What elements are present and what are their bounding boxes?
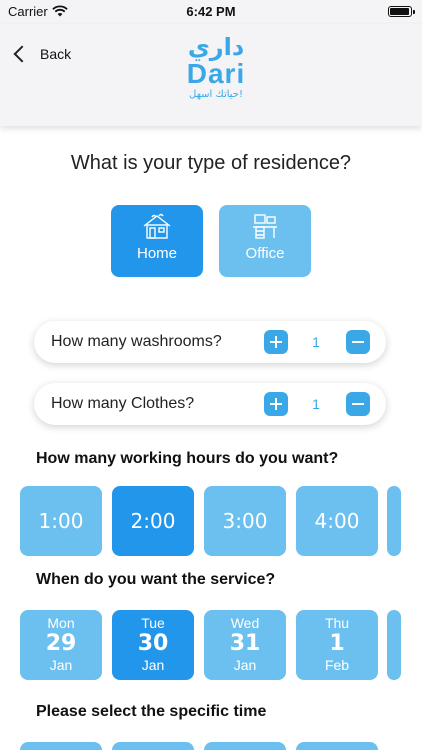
- date-day-number: 30: [137, 631, 169, 656]
- date-month: Feb: [324, 657, 350, 673]
- clothes-counter: How many Clothes? 1: [34, 383, 386, 425]
- residence-option-office[interactable]: Office: [219, 205, 311, 277]
- clothes-decrement-button[interactable]: [346, 392, 370, 416]
- date-day-number: 31: [229, 631, 261, 656]
- hour-option-next[interactable]: [387, 486, 401, 556]
- logo-name: Dari: [186, 58, 246, 89]
- washrooms-decrement-button[interactable]: [346, 330, 370, 354]
- date-month: Jan: [49, 657, 73, 673]
- residence-question: What is your type of residence?: [70, 152, 352, 174]
- time-section-label: Please select the specific time: [36, 703, 267, 720]
- battery-icon: [388, 6, 415, 17]
- date-weekday: Wed: [230, 615, 260, 631]
- office-desk-icon: [253, 214, 277, 239]
- washrooms-counter: How many washrooms? 1: [34, 321, 386, 363]
- date-weekday: Thu: [324, 615, 350, 631]
- back-label: Back: [40, 46, 72, 62]
- clothes-value: 1: [312, 396, 320, 412]
- logo-arabic-text: داري: [187, 33, 245, 61]
- status-bar: Carrier 6:42 PM: [0, 0, 422, 24]
- date-option-1[interactable]: Mon 29 Jan: [20, 610, 102, 680]
- washrooms-value: 1: [312, 334, 320, 350]
- back-button[interactable]: Back: [10, 42, 71, 66]
- date-option-4[interactable]: Thu 1 Feb: [296, 610, 378, 680]
- date-day-number: 1: [329, 631, 345, 656]
- time-option-1[interactable]: [20, 742, 102, 750]
- hours-section-label: How many working hours do you want?: [36, 450, 339, 467]
- hour-option-2[interactable]: 2:00: [112, 486, 194, 556]
- time-option-4[interactable]: [296, 742, 378, 750]
- clothes-increment-button[interactable]: [264, 392, 288, 416]
- time-option-3[interactable]: [204, 742, 286, 750]
- hour-option-4[interactable]: 4:00: [296, 486, 378, 556]
- date-option-next[interactable]: [387, 610, 401, 680]
- hour-option-1[interactable]: 1:00: [20, 486, 102, 556]
- hour-option-3[interactable]: 3:00: [204, 486, 286, 556]
- residence-label-home: Home: [136, 245, 177, 262]
- dari-logo: داري Dari حياتك اسهل!: [176, 34, 256, 116]
- time-option-2[interactable]: [112, 742, 194, 750]
- date-option-3[interactable]: Wed 31 Jan: [204, 610, 286, 680]
- date-weekday: Mon: [47, 615, 75, 631]
- date-option-2[interactable]: Tue 30 Jan: [112, 610, 194, 680]
- app-header: Back داري Dari حياتك اسهل!: [0, 24, 422, 126]
- date-month: Jan: [141, 657, 165, 673]
- house-icon: [143, 213, 171, 239]
- date-day-number: 29: [45, 631, 77, 656]
- clothes-label: How many Clothes?: [51, 395, 195, 412]
- residence-label-office: Office: [245, 245, 285, 262]
- chevron-left-icon: [13, 45, 31, 63]
- washrooms-label: How many washrooms?: [51, 333, 222, 350]
- status-time: 6:42 PM: [186, 4, 236, 19]
- date-month: Jan: [233, 657, 257, 673]
- washrooms-increment-button[interactable]: [264, 330, 288, 354]
- residence-option-home[interactable]: Home: [111, 205, 203, 277]
- logo-tagline: حياتك اسهل!: [189, 89, 243, 100]
- date-weekday: Tue: [141, 615, 165, 631]
- date-section-label: When do you want the service?: [36, 571, 276, 588]
